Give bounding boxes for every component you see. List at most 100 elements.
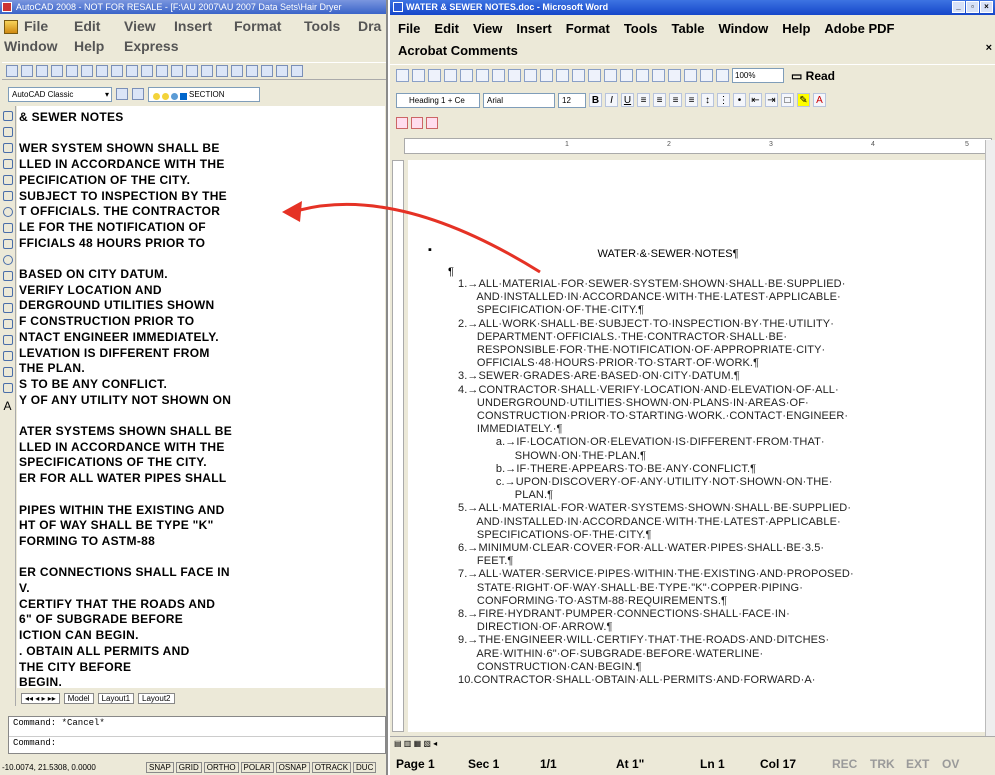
minimize-icon[interactable]: _ (952, 1, 965, 13)
save-doc-icon[interactable] (428, 69, 441, 82)
word-menu-insert[interactable]: Insert (516, 18, 551, 40)
undo-icon[interactable] (156, 65, 168, 77)
word-menu-tools[interactable]: Tools (624, 18, 658, 40)
document-page[interactable]: ▪ WATER·&·SEWER·NOTES¶ ¶ 1.→ALL·MATERIAL… (408, 160, 986, 732)
drawing-icon[interactable] (684, 69, 697, 82)
ducs-toggle[interactable]: DUC (353, 762, 377, 773)
rectangle-icon[interactable] (2, 175, 13, 185)
review-pdf-icon[interactable] (426, 117, 438, 129)
paste-doc-icon[interactable] (556, 69, 569, 82)
font-color-icon[interactable]: A (813, 93, 826, 107)
make-block-icon[interactable] (2, 303, 13, 313)
vertical-scrollbar[interactable] (985, 140, 995, 736)
status-ovr[interactable]: OV (942, 757, 966, 771)
grid-toggle[interactable]: GRID (175, 762, 202, 773)
word-menu-acrobat-comments[interactable]: Acrobat Comments (398, 40, 518, 62)
numbering-icon[interactable]: ⋮ (717, 93, 730, 107)
zoom-window-icon[interactable] (216, 65, 228, 77)
read-button[interactable]: ▭ Read (791, 69, 835, 83)
match-properties-icon[interactable] (141, 65, 153, 77)
format-painter-icon[interactable] (572, 69, 585, 82)
workspace-settings-icon[interactable] (116, 88, 128, 100)
publish-icon[interactable] (81, 65, 93, 77)
print-icon[interactable] (460, 69, 473, 82)
hyperlink-icon[interactable] (620, 69, 633, 82)
undo-doc-icon[interactable] (588, 69, 601, 82)
horizontal-scrollbar[interactable]: ▤ ▥ ▦ ▧ ◂ (390, 736, 995, 750)
bullets-icon[interactable]: • (733, 93, 746, 107)
acad-menu-express[interactable]: Express (124, 38, 178, 54)
gradient-icon[interactable] (2, 351, 13, 361)
table-icon[interactable] (2, 383, 13, 393)
pan-icon[interactable] (186, 65, 198, 77)
workspace-select[interactable]: AutoCAD Classic (8, 86, 112, 102)
underline-button[interactable]: U (621, 93, 634, 107)
italic-button[interactable]: I (605, 93, 618, 107)
acad-menu-window[interactable]: Window (4, 38, 58, 54)
acad-menu-format[interactable]: Format (234, 18, 281, 34)
acad-menu-draw[interactable]: Dra (358, 18, 381, 34)
layer-manager-icon[interactable] (132, 88, 144, 100)
font-size-select[interactable]: 12 (558, 92, 586, 108)
cut-icon[interactable] (96, 65, 108, 77)
otrack-toggle[interactable]: OTRACK (311, 762, 352, 773)
osnap-toggle[interactable]: OSNAP (275, 762, 310, 773)
redo-icon[interactable] (171, 65, 183, 77)
insert-table-icon[interactable] (652, 69, 665, 82)
cut-doc-icon[interactable] (524, 69, 537, 82)
increase-indent-icon[interactable]: ⇥ (765, 93, 778, 107)
bold-button[interactable]: B (589, 93, 602, 107)
acad-menu-file[interactable]: File (24, 18, 48, 34)
open-icon[interactable] (21, 65, 33, 77)
new-doc-icon[interactable] (396, 69, 409, 82)
vertical-ruler[interactable] (392, 160, 404, 732)
autocad-drawing-area[interactable]: & SEWER NOTES WER SYSTEM SHOWN SHALL BE LL… (17, 106, 385, 688)
circle-icon[interactable] (2, 207, 13, 217)
tables-borders-icon[interactable] (636, 69, 649, 82)
word-menu-table[interactable]: Table (672, 18, 705, 40)
word-menu-format[interactable]: Format (566, 18, 610, 40)
hatch-icon[interactable] (2, 335, 13, 345)
tab-layout1[interactable]: Layout1 (97, 693, 135, 704)
view-buttons[interactable]: ▤ ▥ ▦ ▧ ◂ (394, 739, 437, 748)
restore-icon[interactable]: ▫ (966, 1, 979, 13)
sheet-set-icon[interactable] (291, 65, 303, 77)
command-window[interactable]: Command: *Cancel* Command: (8, 716, 386, 754)
properties-icon[interactable] (246, 65, 258, 77)
acad-menu-tools[interactable]: Tools (304, 18, 340, 34)
multiline-text-icon[interactable]: A (0, 399, 15, 413)
acad-menu-help[interactable]: Help (74, 38, 104, 54)
polygon-icon[interactable] (2, 159, 13, 169)
insert-block-icon[interactable] (2, 287, 13, 297)
word-menu-file[interactable]: File (398, 18, 420, 40)
copy-icon[interactable] (111, 65, 123, 77)
permission-icon[interactable] (444, 69, 457, 82)
print-preview-icon[interactable] (476, 69, 489, 82)
ellipse-icon[interactable] (2, 255, 13, 265)
polar-toggle[interactable]: POLAR (240, 762, 274, 773)
style-select[interactable]: Heading 1 + Ce (396, 92, 480, 108)
copy-doc-icon[interactable] (540, 69, 553, 82)
spelling-icon[interactable] (492, 69, 505, 82)
show-formatting-icon[interactable] (716, 69, 729, 82)
convert-pdf-icon[interactable] (396, 117, 408, 129)
status-ext[interactable]: EXT (906, 757, 942, 771)
acad-menu-edit[interactable]: Edit (74, 18, 100, 34)
save-icon[interactable] (36, 65, 48, 77)
plot-icon[interactable] (51, 65, 63, 77)
document-menu-icon[interactable] (4, 20, 18, 34)
word-menu-adobe-pdf[interactable]: Adobe PDF (824, 18, 894, 40)
acad-menu-insert[interactable]: Insert (174, 18, 212, 34)
open-doc-icon[interactable] (412, 69, 425, 82)
convert-email-pdf-icon[interactable] (411, 117, 423, 129)
word-titlebar[interactable]: WATER & SEWER NOTES.doc - Microsoft Word… (390, 0, 995, 15)
paste-icon[interactable] (126, 65, 138, 77)
document-body[interactable]: 1.→ALL·MATERIAL·FOR·SEWER·SYSTEM·SHOWN·S… (458, 278, 928, 687)
zoom-previous-icon[interactable] (231, 65, 243, 77)
close-document-icon[interactable]: × (986, 42, 992, 54)
tab-layout2[interactable]: Layout2 (138, 693, 175, 704)
document-map-icon[interactable] (700, 69, 713, 82)
new-icon[interactable] (6, 65, 18, 77)
highlight-icon[interactable]: ✎ (797, 93, 810, 107)
decrease-indent-icon[interactable]: ⇤ (749, 93, 762, 107)
